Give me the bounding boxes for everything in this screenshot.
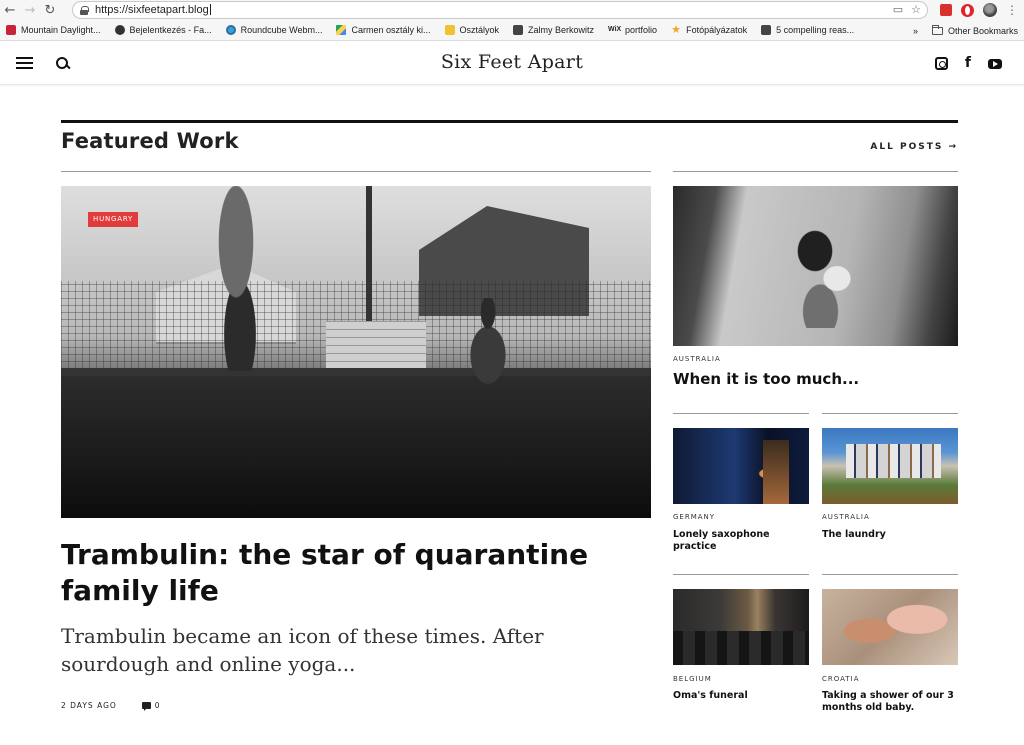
wix-icon: WiX — [608, 26, 622, 33]
grid-post-headline[interactable]: Taking a shower of our 3 months old baby… — [822, 690, 958, 714]
section-top-rule — [61, 120, 958, 123]
bookmark-item[interactable]: Bejelentkezés - Fa... — [114, 25, 212, 35]
cast-icon[interactable]: ▭ — [893, 3, 903, 16]
site-header: Six Feet Apart f — [0, 42, 1024, 85]
more-menu-icon[interactable]: ⋮ — [1006, 3, 1018, 17]
address-bar[interactable]: https://sixfeetapart.blog ▭ ☆ — [72, 1, 928, 19]
post-category[interactable]: CROATIA — [822, 675, 860, 683]
folder-icon — [931, 24, 943, 35]
facebook-icon[interactable]: f — [965, 56, 971, 70]
other-bookmarks[interactable]: Other Bookmarks — [931, 24, 1018, 36]
drive-icon — [336, 25, 347, 35]
cube-icon — [761, 25, 772, 35]
site-title[interactable]: Six Feet Apart — [0, 51, 1024, 73]
instagram-icon[interactable] — [934, 57, 948, 70]
social-links: f — [934, 56, 1002, 70]
lock-icon — [80, 5, 89, 15]
side-post-image[interactable] — [673, 186, 958, 346]
post-category[interactable]: BELGIUM — [673, 675, 712, 683]
back-button[interactable]: ← — [0, 0, 20, 20]
grid-post-image[interactable] — [822, 589, 958, 665]
comment-icon — [141, 702, 151, 711]
browser-toolbar: ← → ↻ https://sixfeetapart.blog ▭ ☆ ⋮ — [0, 0, 1024, 20]
side-post-headline[interactable]: When it is too much... — [673, 370, 859, 388]
url-text[interactable]: https://sixfeetapart.blog — [95, 4, 211, 16]
divider — [673, 574, 809, 575]
comment-count[interactable]: 0 — [155, 701, 161, 710]
bookmark-item[interactable]: Mountain Daylight... — [6, 25, 101, 35]
reload-button[interactable]: ↻ — [40, 0, 60, 20]
grid-post-image[interactable] — [673, 428, 809, 504]
divider — [673, 413, 809, 414]
all-posts-link[interactable]: ALL POSTS → — [870, 142, 958, 152]
bookmark-item[interactable]: 5 compelling reas... — [761, 25, 854, 35]
bookmarks-bar: Mountain Daylight... Bejelentkezés - Fa.… — [0, 20, 1024, 41]
category-tag[interactable]: HUNGARY — [88, 212, 139, 227]
cube-icon — [513, 25, 524, 35]
grid-post-headline[interactable]: The laundry — [822, 529, 958, 541]
bookmark-item[interactable]: Osztályok — [444, 25, 499, 35]
star-icon: ★ — [671, 24, 681, 36]
main-post-excerpt: Trambulin became an icon of these times.… — [61, 624, 544, 676]
bookmark-item[interactable]: Roundcube Webm... — [225, 25, 322, 35]
bookmark-item[interactable]: Zalmy Berkowitz — [513, 25, 594, 35]
bookmark-item[interactable]: WiX portfolio — [608, 25, 657, 35]
opera-extension-icon[interactable] — [961, 3, 974, 17]
arrow-left-icon: ← — [4, 2, 16, 18]
main-post-headline[interactable]: Trambulin: the star of quarantine family… — [61, 537, 621, 609]
divider — [822, 413, 958, 414]
grid-post-image[interactable] — [822, 428, 958, 504]
post-category[interactable]: AUSTRALIA — [822, 513, 870, 521]
bookmark-item[interactable]: Carmen osztály ki... — [336, 25, 431, 35]
bookmarks-overflow-button[interactable]: » — [913, 26, 918, 36]
bookmark-red-icon — [6, 25, 16, 35]
youtube-icon[interactable] — [988, 58, 1002, 69]
classroom-icon — [444, 25, 455, 35]
grid-post-headline[interactable]: Lonely saxophone practice — [673, 529, 809, 553]
grid-post-image[interactable] — [673, 589, 809, 665]
arrow-right-icon: → — [24, 2, 36, 18]
main-post-image[interactable] — [61, 186, 651, 518]
reload-icon: ↻ — [44, 2, 56, 18]
divider — [673, 171, 958, 172]
post-meta: 2 DAYS AGO 0 — [61, 701, 161, 711]
divider — [61, 171, 651, 172]
post-category[interactable]: AUSTRALIA — [673, 355, 721, 363]
grid-post-headline[interactable]: Oma's funeral — [673, 690, 809, 702]
roundcube-icon — [225, 25, 236, 35]
post-date: 2 DAYS AGO — [61, 701, 117, 710]
profile-avatar[interactable] — [983, 3, 997, 17]
globe-icon — [114, 25, 125, 35]
divider — [822, 574, 958, 575]
post-category[interactable]: GERMANY — [673, 513, 715, 521]
forward-button[interactable]: → — [20, 0, 40, 20]
section-title: Featured Work — [61, 129, 239, 153]
bookmark-star-icon[interactable]: ☆ — [911, 3, 921, 16]
extension-icon[interactable] — [940, 4, 952, 16]
bookmark-item[interactable]: ★ Fotópályázatok — [671, 24, 747, 36]
